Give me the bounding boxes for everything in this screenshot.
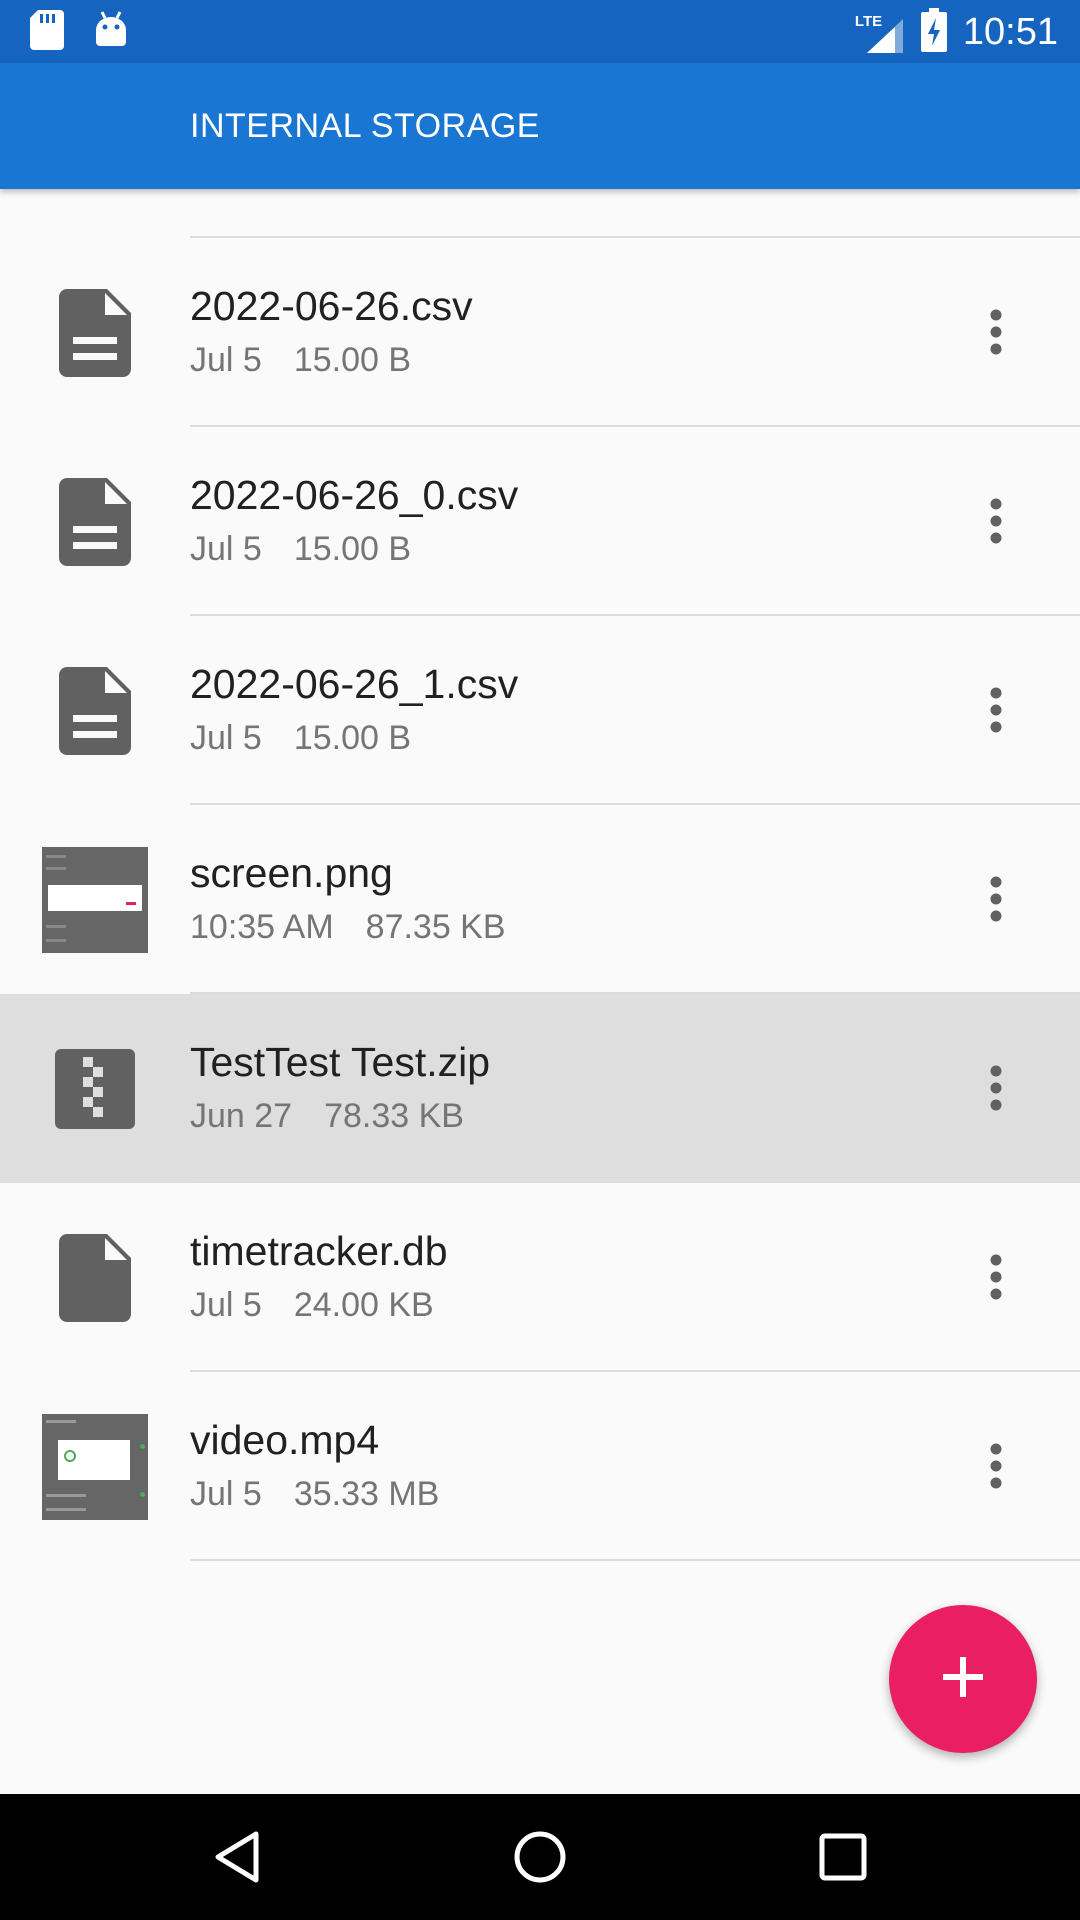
android-icon xyxy=(94,10,128,55)
more-options-icon[interactable] xyxy=(966,292,1026,372)
video-thumbnail xyxy=(42,1414,148,1520)
file-row[interactable]: video.mp4 Jul 5 35.33 MB xyxy=(0,1372,1080,1561)
lte-signal-icon: LTE xyxy=(855,11,905,55)
file-meta: 10:35 AM 87.35 KB xyxy=(190,908,506,947)
document-icon xyxy=(42,280,148,386)
back-icon[interactable] xyxy=(202,1822,272,1892)
file-name: screen.png xyxy=(190,850,393,896)
home-icon[interactable] xyxy=(505,1822,575,1892)
page-title: INTERNAL STORAGE xyxy=(190,107,540,145)
file-meta: Jul 5 15.00 B xyxy=(190,341,411,380)
file-name: 2022-06-26_0.csv xyxy=(190,472,519,518)
file-size: 24.00 KB xyxy=(293,1286,434,1324)
add-fab-button[interactable] xyxy=(889,1605,1037,1753)
file-row-selected[interactable]: TestTest Test.zip Jun 27 78.33 KB xyxy=(0,994,1080,1183)
file-meta: Jul 5 15.00 B xyxy=(190,719,411,758)
file-row[interactable]: screen.png 10:35 AM 87.35 KB xyxy=(0,805,1080,994)
file-size: 15.00 B xyxy=(293,719,412,757)
file-name: TestTest Test.zip xyxy=(190,1039,491,1085)
recents-icon[interactable] xyxy=(808,1822,878,1892)
file-date: Jul 5 xyxy=(190,530,262,568)
file-row[interactable]: 2022-06-26_1.csv Jul 5 15.00 B xyxy=(0,616,1080,805)
more-options-icon[interactable] xyxy=(966,859,1026,939)
file-size: 35.33 MB xyxy=(293,1475,440,1513)
file-name: 2022-06-26.csv xyxy=(190,283,473,329)
file-date: Jul 5 xyxy=(190,1475,262,1513)
navigation-bar xyxy=(0,1794,1080,1920)
file-row[interactable]: 2022-06-26_0.csv Jul 5 15.00 B xyxy=(0,427,1080,616)
file-name: timetracker.db xyxy=(190,1228,448,1274)
row-divider xyxy=(190,1559,1080,1561)
zip-icon xyxy=(42,1036,148,1142)
document-icon xyxy=(42,658,148,764)
file-date: Jul 5 xyxy=(190,719,262,757)
file-meta: Jul 5 24.00 KB xyxy=(190,1286,434,1325)
more-options-icon[interactable] xyxy=(966,1048,1026,1128)
more-options-icon[interactable] xyxy=(966,670,1026,750)
status-bar: LTE 10:51 xyxy=(0,0,1080,63)
file-date: Jun 27 xyxy=(190,1097,293,1135)
status-time: 10:51 xyxy=(962,11,1058,53)
file-icon xyxy=(42,1225,148,1331)
app-bar: INTERNAL STORAGE xyxy=(0,63,1080,189)
more-options-icon[interactable] xyxy=(966,481,1026,561)
image-thumbnail xyxy=(42,847,148,953)
file-size: 15.00 B xyxy=(293,530,412,568)
more-options-icon[interactable] xyxy=(966,1426,1026,1506)
battery-charging-icon xyxy=(920,8,947,57)
plus-icon xyxy=(943,1656,983,1702)
file-row[interactable]: timetracker.db Jul 5 24.00 KB xyxy=(0,1183,1080,1372)
file-date: 10:35 AM xyxy=(190,908,334,946)
file-size: 87.35 KB xyxy=(365,908,506,946)
file-meta: Jul 5 15.00 B xyxy=(190,530,411,569)
file-date: Jul 5 xyxy=(190,1286,262,1324)
file-name: 2022-06-26_1.csv xyxy=(190,661,519,707)
file-size: 15.00 B xyxy=(293,341,412,379)
document-icon xyxy=(42,469,148,575)
file-row[interactable]: 2022-06-26.csv Jul 5 15.00 B xyxy=(0,238,1080,427)
file-date: Jul 5 xyxy=(190,341,262,379)
file-meta: Jul 5 35.33 MB xyxy=(190,1475,439,1514)
file-size: 78.33 KB xyxy=(324,1097,464,1135)
sd-card-icon xyxy=(30,10,64,55)
file-name: video.mp4 xyxy=(190,1417,380,1463)
file-meta: Jun 27 78.33 KB xyxy=(190,1097,464,1136)
more-options-icon[interactable] xyxy=(966,1237,1026,1317)
